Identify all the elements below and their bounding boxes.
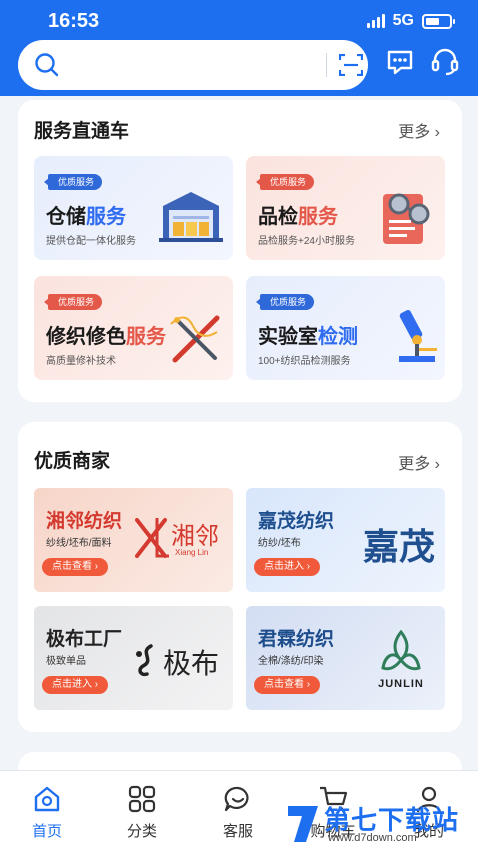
service-card-title: 实验室检测: [258, 326, 358, 348]
status-indicators: 5G: [366, 12, 455, 30]
chevron-right-icon: ›: [430, 124, 440, 141]
network-type: 5G: [392, 12, 414, 29]
merchant-name: 极布工厂: [46, 629, 123, 650]
service-card-inspection[interactable]: 优质服务 品检服务 品检服务+24小时服务: [246, 156, 445, 260]
merchant-card-xianglin[interactable]: 湘邻纺织 纱线/坯布/面料 点击查看 › 湘邻 Xiang Lin: [34, 488, 233, 592]
search-divider: [326, 53, 327, 77]
merchants-section: 优质商家 更多 › 湘邻纺织 纱线/坯布/面料 点击查看 › 湘邻 Xiang …: [18, 422, 462, 732]
microscope-icon: [399, 309, 437, 362]
merchant-card-junlin[interactable]: 君霖纺织 全棉/涤纺/印染 点击查看 › JUNLIN: [246, 606, 445, 710]
junlin-logo-mark: [381, 630, 421, 671]
view-merchant-button[interactable]: 点击查看 ›: [42, 558, 109, 576]
jibu-logo-mark: [136, 644, 153, 677]
watermark-url: www.d7down.com: [328, 832, 417, 844]
merchant-tags: 纱线/坯布/面料: [46, 538, 112, 549]
merchant-tags: 全棉/涤纺/印染: [258, 656, 324, 667]
battery-icon: [422, 13, 455, 29]
status-time: 16:53: [48, 10, 100, 32]
inspection-icon: [383, 193, 430, 244]
scan-icon[interactable]: [339, 54, 363, 76]
service-card-repair[interactable]: 优质服务 修织修色服务 高质量修补技术: [34, 276, 233, 380]
search-input[interactable]: [68, 50, 318, 80]
chevron-right-icon: ›: [430, 456, 440, 473]
top-bar: 16:53 5G: [0, 0, 478, 96]
chat-bubble-icon: [224, 786, 249, 812]
merchant-logo: 极布: [133, 642, 225, 682]
tab-label: 客服: [222, 823, 253, 840]
message-icon[interactable]: [386, 48, 414, 76]
quality-badge: 优质服务: [255, 294, 315, 310]
home-icon: [34, 786, 60, 812]
merchant-tags: 极致单品: [46, 656, 86, 667]
signal-icon: [366, 14, 385, 28]
xianglin-logo-mark: [135, 518, 169, 558]
merchant-card-jiamao[interactable]: 嘉茂纺织 纺纱/坯布 点击进入 › 嘉茂: [246, 488, 445, 592]
view-merchant-button[interactable]: 点击查看 ›: [254, 676, 321, 694]
tab-category[interactable]: 分类: [107, 785, 177, 841]
merchant-name: 君霖纺织: [258, 629, 335, 650]
more-label: 更多: [398, 456, 431, 473]
warehouse-icon: [159, 192, 223, 242]
service-card-subtitle: 品检服务+24小时服务: [258, 236, 355, 247]
service-card-warehouse[interactable]: 优质服务 仓储服务 提供仓配一体化服务: [34, 156, 233, 260]
merchant-logo-text: 极布: [163, 647, 220, 680]
merchant-logo-subtext: Xiang Lin: [175, 548, 209, 557]
merchant-tags: 纺纱/坯布: [258, 538, 301, 549]
service-card-title: 品检服务: [258, 206, 338, 228]
service-card-subtitle: 高质量修补技术: [46, 356, 116, 367]
grid-icon: [128, 785, 156, 813]
headset-icon[interactable]: [430, 48, 460, 76]
tab-home[interactable]: 首页: [12, 785, 82, 841]
merchant-logo: 湘邻 Xiang Lin: [135, 514, 227, 570]
merchants-title: 优质商家: [34, 451, 111, 472]
needle-thread-icon: [170, 315, 220, 363]
view-merchant-button[interactable]: 点击进入 ›: [42, 676, 109, 694]
watermark: 第七下载站 www.d7down.com: [280, 800, 478, 850]
services-section: 服务直通车 更多 › 优质服务 仓储服务 提供仓配一体化服务 优质服务 品检服务…: [18, 100, 462, 402]
merchant-logo-text: 嘉茂: [362, 526, 435, 568]
quality-badge: 优质服务: [43, 174, 103, 190]
tab-label: 首页: [31, 823, 62, 840]
service-card-subtitle: 提供仓配一体化服务: [46, 236, 136, 247]
merchant-logo-text: 湘邻: [171, 522, 219, 550]
tab-label: 分类: [126, 823, 157, 840]
quality-badge: 优质服务: [255, 174, 315, 190]
service-card-subtitle: 100+纺织品检测服务: [258, 356, 351, 367]
quality-badge: 优质服务: [43, 294, 103, 310]
merchant-logo-text: JUNLIN: [378, 678, 424, 690]
merchants-more-link[interactable]: 更多 ›: [398, 450, 440, 474]
merchant-logo: JUNLIN: [369, 630, 433, 698]
more-label: 更多: [398, 124, 431, 141]
merchant-name: 嘉茂纺织: [258, 511, 335, 532]
tab-customer-service[interactable]: 客服: [203, 785, 273, 841]
service-card-title: 仓储服务: [46, 206, 126, 228]
view-merchant-button[interactable]: 点击进入 ›: [254, 558, 321, 576]
search-icon: [35, 53, 59, 77]
merchant-card-jibu[interactable]: 极布工厂 极致单品 点击进入 › 极布: [34, 606, 233, 710]
service-card-lab[interactable]: 优质服务 实验室检测 100+纺织品检测服务: [246, 276, 445, 380]
watermark-logo-icon: [288, 806, 318, 842]
services-title: 服务直通车: [34, 121, 130, 142]
service-card-title: 修织修色服务: [46, 326, 166, 348]
services-more-link[interactable]: 更多 ›: [398, 118, 440, 142]
search-bar[interactable]: [18, 40, 368, 90]
merchant-name: 湘邻纺织: [46, 511, 123, 532]
